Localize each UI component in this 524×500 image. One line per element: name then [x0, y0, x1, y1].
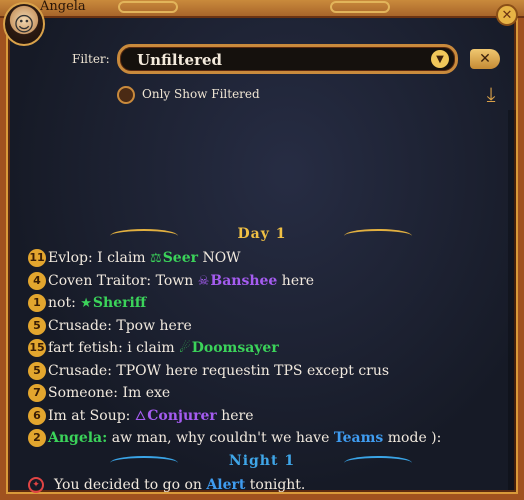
player-number-badge[interactable]: 5: [28, 361, 46, 380]
sender-name[interactable]: Someone:: [48, 385, 118, 401]
message-text-after: here: [221, 407, 254, 424]
chat-message: 11 Evlop: I claim ⚖Seer NOW: [28, 247, 241, 269]
player-number-badge[interactable]: 6: [28, 406, 46, 425]
message-body: Someone: Im exe: [48, 385, 170, 401]
notice-keyword: Alert: [206, 477, 246, 493]
message-text: TPOW here requestin TPS except crus: [116, 362, 390, 379]
player-number-badge[interactable]: 11: [28, 249, 46, 267]
chat-message: 2 Angela: aw man, why couldn't we have Te…: [28, 427, 441, 449]
flame-icon: 🜂: [134, 408, 147, 424]
message-text-after: mode ):: [387, 430, 442, 446]
chat-message: 6 Im at Soup: 🜂Conjurer here: [28, 405, 254, 427]
sender-name[interactable]: Evlop:: [48, 250, 93, 266]
player-number-badge[interactable]: 15: [28, 339, 46, 357]
sender-name[interactable]: Angela:: [48, 430, 107, 446]
message-text: I claim: [97, 250, 146, 266]
message-text: Tpow here: [116, 317, 192, 334]
role-name: Seer: [162, 250, 198, 266]
message-body: Coven Traitor: Town ☠Banshee here: [48, 273, 314, 289]
sender-name[interactable]: Crusade:: [48, 363, 112, 379]
player-number-badge[interactable]: 1: [28, 294, 46, 312]
day-ornament-right: [344, 229, 412, 243]
message-body: Im at Soup: 🜂Conjurer here: [48, 408, 254, 424]
chat-message: 1 not: ★Sheriff: [28, 292, 146, 314]
sender-name[interactable]: fart fetish:: [48, 340, 123, 356]
sender-name[interactable]: Coven Traitor:: [48, 273, 151, 289]
role-name: Doomsayer: [191, 340, 279, 356]
alert-notice: ✦ You decided to go on Alert tonight.: [28, 474, 305, 496]
message-text: Town: [155, 272, 194, 289]
message-text-after: NOW: [202, 250, 241, 266]
chat-message: 15 fart fetish: i claim ☄Doomsayer: [28, 337, 279, 359]
notice-post: tonight.: [249, 477, 306, 493]
message-body: fart fetish: i claim ☄Doomsayer: [48, 340, 279, 356]
message-body: Angela: aw man, why couldn't we have Tea…: [48, 430, 441, 446]
message-body: Crusade: Tpow here: [48, 318, 192, 334]
message-text: aw man, why couldn't we have: [111, 430, 330, 446]
night-ornament-right: [344, 456, 412, 470]
message-body: Evlop: I claim ⚖Seer NOW: [48, 250, 241, 266]
role-name: Sheriff: [92, 295, 147, 311]
chat-message: 5 Crusade: TPOW here requestin TPS except…: [28, 360, 389, 382]
player-number-badge[interactable]: 5: [28, 316, 46, 335]
chat-log: Day 1 11 Evlop: I claim ⚖Seer NOW 4 Coven T…: [0, 0, 524, 500]
message-body: not: ★Sheriff: [48, 295, 146, 311]
scales-icon: ⚖: [150, 251, 162, 266]
sender-name[interactable]: Crusade:: [48, 318, 112, 334]
role-name: Banshee: [210, 272, 278, 289]
chat-message: 5 Crusade: Tpow here: [28, 315, 192, 337]
sender-name[interactable]: not:: [48, 295, 76, 311]
message-text: Im exe: [122, 385, 171, 401]
night-header: Night 1: [228, 453, 296, 469]
target-icon: ✦: [28, 477, 44, 493]
star-icon: ★: [80, 296, 92, 311]
chat-message: 4 Coven Traitor: Town ☠Banshee here: [28, 270, 314, 292]
doomsayer-icon: ☄: [179, 341, 191, 356]
message-body: Crusade: TPOW here requestin TPS except …: [48, 363, 389, 379]
player-number-badge[interactable]: 2: [28, 429, 46, 447]
banshee-icon: ☠: [197, 273, 210, 289]
sender-name[interactable]: Im at Soup:: [48, 408, 130, 424]
chat-message: 7 Someone: Im exe: [28, 382, 170, 404]
role-name: Teams: [333, 430, 384, 446]
notice-pre: You decided to go on: [54, 477, 202, 493]
player-number-badge[interactable]: 7: [28, 384, 46, 402]
player-number-badge[interactable]: 4: [28, 271, 46, 290]
message-text-after: here: [281, 272, 315, 289]
role-name: Conjurer: [147, 407, 217, 424]
message-text: i claim: [127, 340, 175, 356]
day-header: Day 1: [237, 226, 287, 242]
